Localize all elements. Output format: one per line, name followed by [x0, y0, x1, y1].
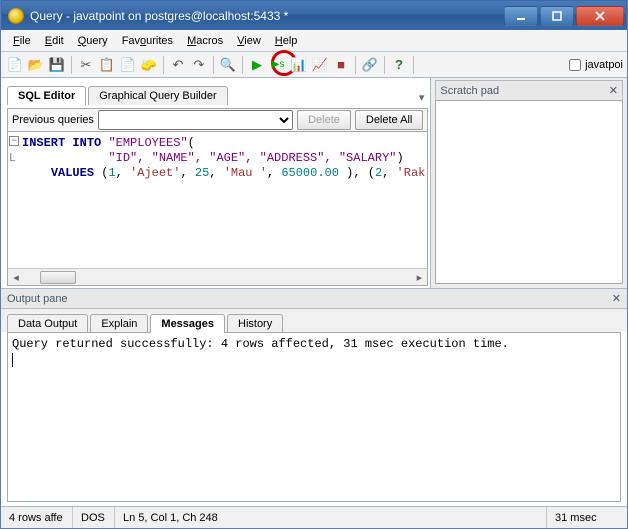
scroll-right-icon[interactable]: ▸ — [411, 270, 427, 285]
status-rows: 4 rows affe — [1, 507, 73, 528]
run-pgscript-icon[interactable]: ▶s — [268, 55, 288, 75]
messages-output[interactable]: Query returned successfully: 4 rows affe… — [7, 332, 621, 502]
close-button[interactable] — [576, 6, 624, 26]
save-icon[interactable]: 💾 — [47, 55, 67, 75]
menu-view[interactable]: View — [231, 33, 267, 49]
output-pane-close-icon[interactable]: ✕ — [612, 292, 621, 305]
copy-icon[interactable]: 📋 — [97, 55, 117, 75]
connection-icon[interactable]: 🔗 — [360, 55, 380, 75]
menubar: File Edit Query Favourites Macros View H… — [1, 30, 627, 52]
window-title: Query - javatpoint on postgres@localhost… — [30, 9, 502, 23]
editor-pane: SQL Editor Graphical Query Builder ▾ Pre… — [1, 78, 430, 288]
output-pane: Output pane ✕ Data Output Explain Messag… — [1, 288, 627, 506]
sql-editor[interactable]: −LINSERT INTO "EMPLOYEES"( "ID", "NAME",… — [8, 132, 427, 268]
menu-help[interactable]: Help — [269, 33, 304, 49]
output-tabs: Data Output Explain Messages History — [1, 309, 627, 332]
new-icon[interactable]: 📄 — [5, 55, 25, 75]
menu-edit[interactable]: Edit — [39, 33, 70, 49]
tab-sql-editor[interactable]: SQL Editor — [7, 86, 86, 105]
menu-query[interactable]: Query — [72, 33, 114, 49]
messages-text: Query returned successfully: 4 rows affe… — [12, 337, 509, 351]
help-icon[interactable]: ? — [389, 55, 409, 75]
output-pane-header: Output pane ✕ — [1, 289, 627, 309]
scratch-pad-panel: Scratch pad ✕ — [430, 78, 627, 288]
toolbar: 📄 📂 💾 ✂ 📋 📄 🧽 ↶ ↷ 🔍 ▶ ▶s 📊 📈 ■ 🔗 ? javat… — [1, 52, 627, 78]
run-icon[interactable]: ▶ — [247, 55, 267, 75]
scroll-left-icon[interactable]: ◂ — [8, 270, 24, 285]
previous-queries-select[interactable] — [98, 110, 293, 130]
fold-minus-icon[interactable]: − — [9, 136, 19, 146]
delete-all-button[interactable]: Delete All — [355, 110, 423, 130]
status-position: Ln 5, Col 1, Ch 248 — [115, 507, 547, 528]
main-area: SQL Editor Graphical Query Builder ▾ Pre… — [1, 78, 627, 288]
scratch-pad-header: Scratch pad ✕ — [435, 80, 623, 100]
explain-analyze-icon[interactable]: 📈 — [310, 55, 330, 75]
undo-icon[interactable]: ↶ — [168, 55, 188, 75]
tab-data-output[interactable]: Data Output — [7, 314, 88, 333]
status-time: 31 msec — [547, 507, 627, 528]
tab-history[interactable]: History — [227, 314, 283, 333]
tab-graphical-query-builder[interactable]: Graphical Query Builder — [88, 86, 227, 105]
previous-queries-label: Previous queries — [12, 114, 94, 126]
status-mode: DOS — [73, 507, 115, 528]
redo-icon[interactable]: ↷ — [189, 55, 209, 75]
editor-tabs: SQL Editor Graphical Query Builder ▾ — [7, 82, 428, 104]
app-icon — [8, 8, 24, 24]
cut-icon[interactable]: ✂ — [76, 55, 96, 75]
toolbar-sep — [242, 56, 243, 74]
scratch-pad-close-icon[interactable]: ✕ — [609, 84, 618, 97]
clear-icon[interactable]: 🧽 — [139, 55, 159, 75]
tab-explain[interactable]: Explain — [90, 314, 148, 333]
text-caret — [12, 353, 13, 367]
scratch-pad-body[interactable] — [435, 100, 623, 284]
toolbar-sep — [384, 56, 385, 74]
find-icon[interactable]: 🔍 — [218, 55, 238, 75]
scratchpad-checkbox[interactable] — [569, 59, 581, 71]
tab-messages[interactable]: Messages — [150, 314, 225, 333]
paste-icon[interactable]: 📄 — [118, 55, 138, 75]
open-icon[interactable]: 📂 — [26, 55, 46, 75]
window-titlebar: Query - javatpoint on postgres@localhost… — [1, 0, 627, 30]
sql-editor-container: −LINSERT INTO "EMPLOYEES"( "ID", "NAME",… — [7, 132, 428, 286]
toolbar-sep — [71, 56, 72, 74]
delete-button[interactable]: Delete — [297, 110, 351, 130]
scratchpad-checkbox-label: javatpoi — [585, 59, 623, 71]
scratch-pad-title: Scratch pad — [440, 85, 499, 97]
toolbar-sep — [355, 56, 356, 74]
fold-l-icon: L — [9, 150, 16, 165]
menu-macros[interactable]: Macros — [181, 33, 229, 49]
toolbar-sep — [213, 56, 214, 74]
sql-values: (1, 'Ajeet', 25, 'Mau ', 65000.00 ), (2,… — [94, 166, 425, 180]
cancel-icon[interactable]: ■ — [331, 55, 351, 75]
previous-queries-bar: Previous queries Delete Delete All — [7, 108, 428, 132]
menu-favourites[interactable]: Favourites — [116, 33, 179, 49]
maximize-button[interactable] — [540, 6, 574, 26]
status-bar: 4 rows affe DOS Ln 5, Col 1, Ch 248 31 m… — [1, 506, 627, 528]
menu-file[interactable]: File — [7, 33, 37, 49]
editor-tab-dropdown-icon[interactable]: ▾ — [415, 91, 429, 104]
output-pane-title: Output pane — [7, 293, 68, 305]
toolbar-sep — [413, 56, 414, 74]
scroll-thumb[interactable] — [40, 271, 76, 284]
editor-horizontal-scrollbar[interactable]: ◂ ▸ — [8, 268, 427, 285]
toolbar-sep — [163, 56, 164, 74]
explain-icon[interactable]: 📊 — [289, 55, 309, 75]
minimize-button[interactable] — [504, 6, 538, 26]
